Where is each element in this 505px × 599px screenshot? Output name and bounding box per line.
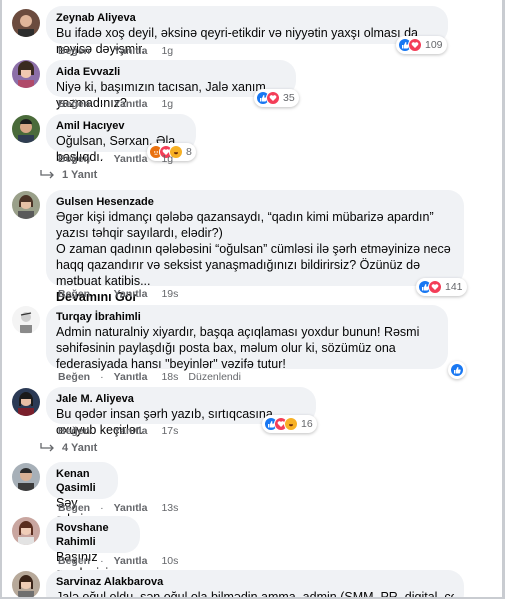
frame-left-border [0,0,2,599]
reply-button[interactable]: Yanıtla [114,288,148,300]
reaction-count: 35 [283,92,295,104]
commenter-name[interactable]: Turqay İbrahimli [56,310,438,324]
comment-actions: Beğen · Yanıtla 1g [58,153,174,165]
haha-reaction-icon [284,417,298,431]
comment-time[interactable]: 10s [161,555,178,567]
view-replies-link[interactable]: 1 Yanıt [40,169,97,181]
avatar[interactable] [12,517,40,545]
commenter-name[interactable]: Gulsen Hesenzade [56,195,454,209]
comment-text: Admin naturalniy xiyardır, başqa açıqlam… [56,325,420,371]
comment-actions: Beğen · Yanıtla 1g [58,45,174,57]
reply-button[interactable]: Yanıtla [114,98,148,110]
reply-button[interactable]: Yanıtla [114,153,148,165]
comment-bubble: Turqay İbrahimli Admin naturalniy xiyard… [46,305,448,371]
like-button[interactable]: Beğen [58,45,90,57]
comment-actions: Beğen · Yanıtla 18s Düzenlendi [58,371,241,383]
comment-actions: Beğen · Yanıtla 1g [58,98,174,110]
reaction-summary[interactable]: 16 [262,415,317,433]
commenter-name[interactable]: Zeynab Aliyeva [56,11,438,25]
commenter-name[interactable]: Kenan Qasimli [56,467,108,495]
reply-button[interactable]: Yanıtla [114,371,148,383]
comment-time[interactable]: 1g [161,153,173,165]
like-button[interactable]: Beğen [58,425,90,437]
reaction-summary[interactable] [448,361,466,379]
like-reaction-icon [450,363,464,377]
like-button[interactable]: Beğen [58,502,90,514]
avatar[interactable] [12,306,40,334]
love-reaction-icon [408,38,422,52]
comment-time[interactable]: 1g [161,98,173,110]
comment-text: Əgər kişi idmançı qələbə qazansaydı, “qa… [56,210,434,240]
comment-actions: Beğen · Yanıtla 19s [58,288,179,300]
replies-count: 1 Yanıt [62,169,98,181]
edited-label[interactable]: Düzenlendi [188,371,241,383]
reaction-count: 16 [301,418,313,430]
commenter-name[interactable]: Aida Evvazli [56,65,286,79]
avatar[interactable] [12,571,40,599]
love-reaction-icon [428,280,442,294]
avatar[interactable] [12,115,40,143]
comment-time[interactable]: 1g [161,45,173,57]
like-button[interactable]: Beğen [58,555,90,567]
commenter-name[interactable]: Sarvinaz Alakbarova [56,575,454,589]
comment-bubble: Zeynab Aliyeva Bu ifadə xoş deyil, əksin… [46,6,448,56]
reaction-count: 109 [425,39,443,51]
comment-actions: Beğen · Yanıtla 13s [58,502,179,514]
comment-bubble: Rovshane Rahimli Başınız qaçıb sizin [46,516,140,580]
comment-time[interactable]: 18s [161,371,178,383]
reply-button[interactable]: Yanıtla [114,425,148,437]
comment-time[interactable]: 13s [161,502,178,514]
avatar[interactable] [12,463,40,491]
reaction-summary[interactable]: 109 [396,36,447,54]
comment-actions: Beğen · Yanıtla 17s [58,425,179,437]
like-button[interactable]: Beğen [58,98,90,110]
reply-button[interactable]: Yanıtla [114,502,148,514]
commenter-name[interactable]: Amil Hacıyev [56,119,186,133]
love-reaction-icon [266,91,280,105]
like-button[interactable]: Beğen [58,153,90,165]
comment-bubble: Sarvinaz Alakbarova Jalə oğul oldu, sən … [46,570,464,599]
commenter-name[interactable]: Jale M. Aliyeva [56,392,306,406]
reaction-summary[interactable]: 141 [416,278,467,296]
reaction-count: 8 [186,146,192,158]
reply-button[interactable]: Yanıtla [114,45,148,57]
reaction-summary[interactable]: 35 [254,89,299,107]
like-button[interactable]: Beğen [58,288,90,300]
avatar[interactable] [12,60,40,88]
avatar[interactable] [12,388,40,416]
avatar[interactable] [12,9,40,37]
comment-time[interactable]: 17s [161,425,178,437]
comment-text: O zaman qadının qələbəsini “oğulsan” cüm… [56,242,451,288]
comment-bubble: Kenan Qasimli Səy admin [46,462,118,526]
like-button[interactable]: Beğen [58,371,90,383]
comment-time[interactable]: 19s [161,288,178,300]
replies-count: 4 Yanıt [62,442,98,454]
avatar[interactable] [12,191,40,219]
reply-arrow-icon [40,443,54,452]
reply-button[interactable]: Yanıtla [114,555,148,567]
commenter-name[interactable]: Rovshane Rahimli [56,521,130,549]
reaction-count: 141 [445,281,463,293]
view-replies-link[interactable]: 4 Yanıt [40,442,97,454]
comment-actions: Beğen · Yanıtla 10s [58,555,179,567]
comment-bubble: Gulsen Hesenzade Əgər kişi idmançı qələb… [46,190,464,304]
reply-arrow-icon [40,170,54,179]
